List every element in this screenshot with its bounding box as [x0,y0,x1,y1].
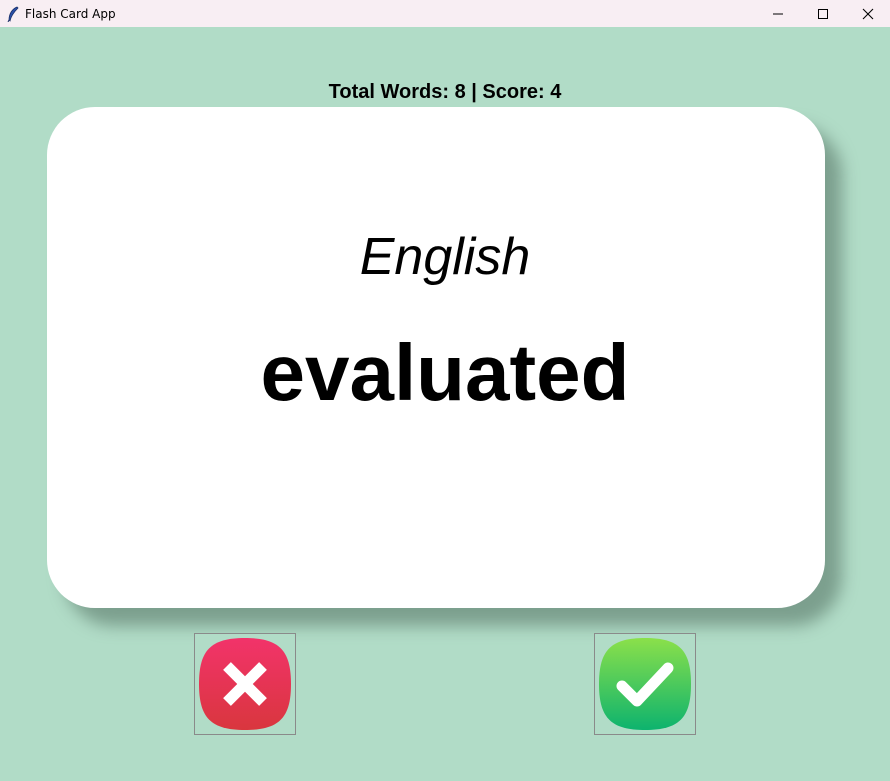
feather-icon [5,6,21,22]
right-button[interactable] [594,633,696,735]
close-icon [862,8,873,19]
score-label: Total Words: 8 | Score: 4 [328,81,562,103]
window-controls [755,0,890,27]
card-language: English [359,228,531,286]
maximize-button[interactable] [800,0,845,27]
card-word: evaluated [260,328,630,417]
app-window: Flash Card App Total Words: 8 | Score: 4 [0,0,890,781]
maximize-icon [817,8,828,19]
x-icon [199,638,291,730]
minimize-icon [772,13,783,14]
minimize-button[interactable] [755,0,800,27]
wrong-button[interactable] [194,633,296,735]
check-icon [599,638,691,730]
window-title: Flash Card App [25,6,116,21]
close-button[interactable] [845,0,890,27]
title-bar[interactable]: Flash Card App [0,0,890,27]
